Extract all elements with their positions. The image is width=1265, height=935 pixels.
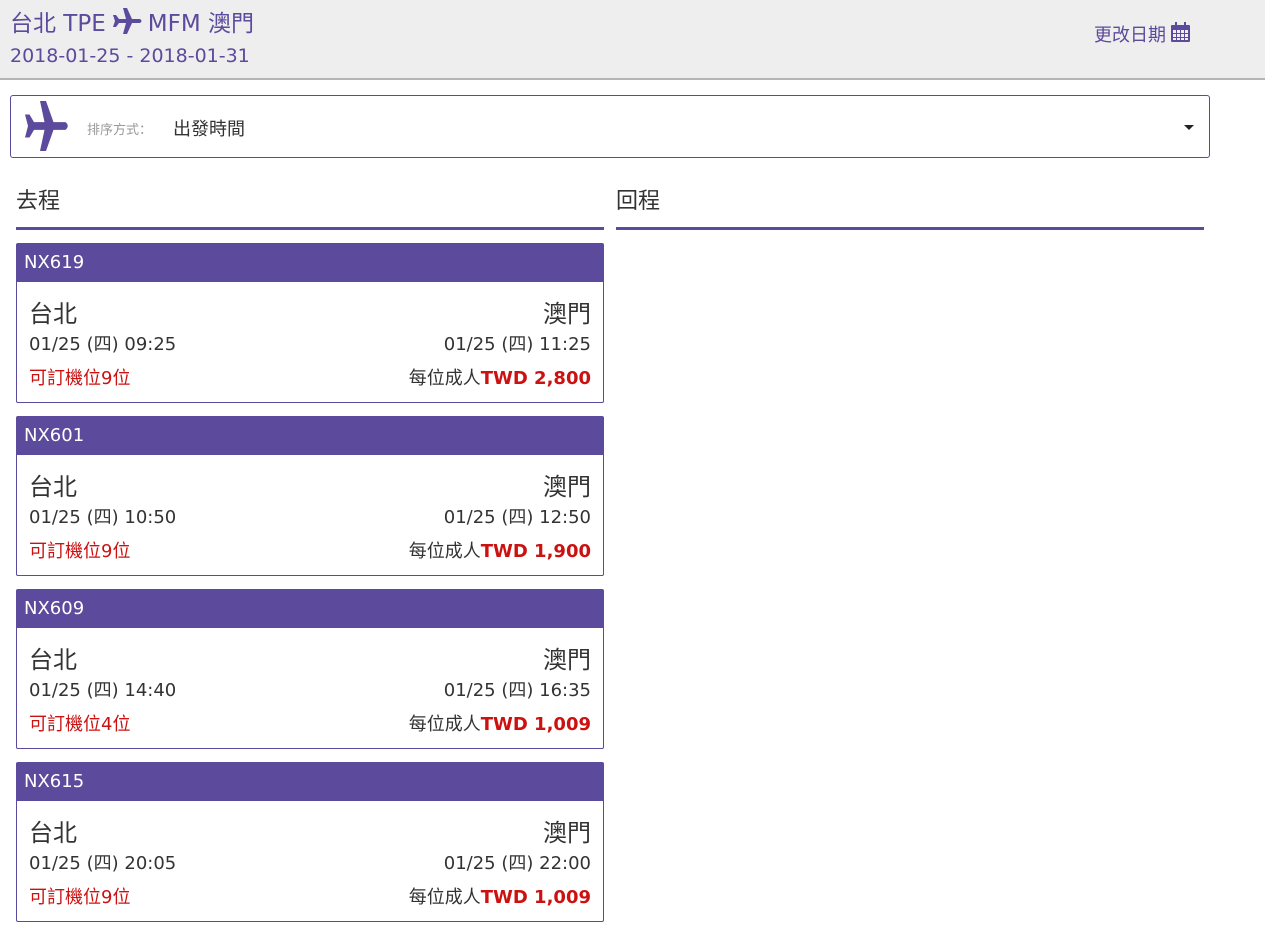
- seats-available: 可訂機位9位: [29, 541, 131, 562]
- outbound-flight-list: NX619 台北 澳門 01/25 (四) 09:25 01/25 (四) 11…: [16, 243, 604, 935]
- flight-card[interactable]: NX615 台北 澳門 01/25 (四) 20:05 01/25 (四) 22…: [16, 762, 604, 922]
- arrival-city: 澳門: [543, 646, 591, 674]
- seats-available: 可訂機位9位: [29, 887, 131, 908]
- outbound-divider: [16, 227, 604, 230]
- arrival-city: 澳門: [543, 819, 591, 847]
- departure-city: 台北: [29, 646, 77, 674]
- origin-label: 台北 TPE: [10, 11, 106, 37]
- airplane-icon: [111, 8, 143, 34]
- price-prefix: 每位成人: [408, 714, 481, 735]
- flight-code: NX609: [17, 590, 603, 628]
- price-prefix: 每位成人: [408, 368, 481, 389]
- outbound-heading: 去程: [16, 189, 61, 214]
- arrival-time: 01/25 (四) 12:50: [443, 507, 591, 528]
- price-amount: TWD 2,800: [480, 368, 591, 389]
- return-heading: 回程: [616, 189, 661, 214]
- departure-time: 01/25 (四) 14:40: [29, 680, 177, 701]
- price: 每位成人TWD 1,900: [409, 537, 591, 563]
- page-header: 台北 TPE MFM 澳門 2018-01-25 - 2018-01-31 更改…: [0, 0, 1265, 80]
- departure-city: 台北: [29, 819, 77, 847]
- sort-value: 出發時間: [173, 119, 245, 140]
- return-divider: [616, 227, 1204, 230]
- arrival-city: 澳門: [543, 300, 591, 328]
- date-range: 2018-01-25 - 2018-01-31: [10, 45, 250, 67]
- sort-dropdown[interactable]: 排序方式： 出發時間: [10, 95, 1210, 158]
- price-prefix: 每位成人: [408, 887, 481, 908]
- seats-available: 可訂機位9位: [29, 368, 131, 389]
- route-title: 台北 TPE MFM 澳門: [10, 4, 254, 38]
- departure-time: 01/25 (四) 09:25: [29, 334, 177, 355]
- price-amount: TWD 1,900: [480, 541, 591, 562]
- arrival-time: 01/25 (四) 22:00: [443, 853, 591, 874]
- sort-label: 排序方式：: [87, 123, 153, 138]
- airplane-icon: [22, 101, 70, 155]
- flight-code: NX619: [17, 244, 603, 282]
- departure-city: 台北: [29, 473, 77, 501]
- price: 每位成人TWD 2,800: [409, 364, 591, 390]
- flight-code: NX615: [17, 763, 603, 801]
- flight-card[interactable]: NX601 台北 澳門 01/25 (四) 10:50 01/25 (四) 12…: [16, 416, 604, 576]
- flight-card[interactable]: NX619 台北 澳門 01/25 (四) 09:25 01/25 (四) 11…: [16, 243, 604, 403]
- calendar-icon: [1166, 21, 1190, 47]
- seats-available: 可訂機位4位: [29, 714, 131, 735]
- departure-time: 01/25 (四) 20:05: [29, 853, 177, 874]
- arrival-city: 澳門: [543, 473, 591, 501]
- price-amount: TWD 1,009: [480, 714, 591, 735]
- price: 每位成人TWD 1,009: [409, 710, 591, 736]
- flight-card[interactable]: NX609 台北 澳門 01/25 (四) 14:40 01/25 (四) 16…: [16, 589, 604, 749]
- price: 每位成人TWD 1,009: [409, 883, 591, 909]
- change-date-label: 更改日期: [1094, 25, 1166, 46]
- change-date-button[interactable]: 更改日期: [1094, 21, 1190, 47]
- caret-down-icon: [1184, 125, 1194, 130]
- destination-label: MFM 澳門: [147, 11, 254, 37]
- price-prefix: 每位成人: [408, 541, 481, 562]
- arrival-time: 01/25 (四) 16:35: [443, 680, 591, 701]
- flight-code: NX601: [17, 417, 603, 455]
- departure-city: 台北: [29, 300, 77, 328]
- arrival-time: 01/25 (四) 11:25: [443, 334, 591, 355]
- price-amount: TWD 1,009: [480, 887, 591, 908]
- departure-time: 01/25 (四) 10:50: [29, 507, 177, 528]
